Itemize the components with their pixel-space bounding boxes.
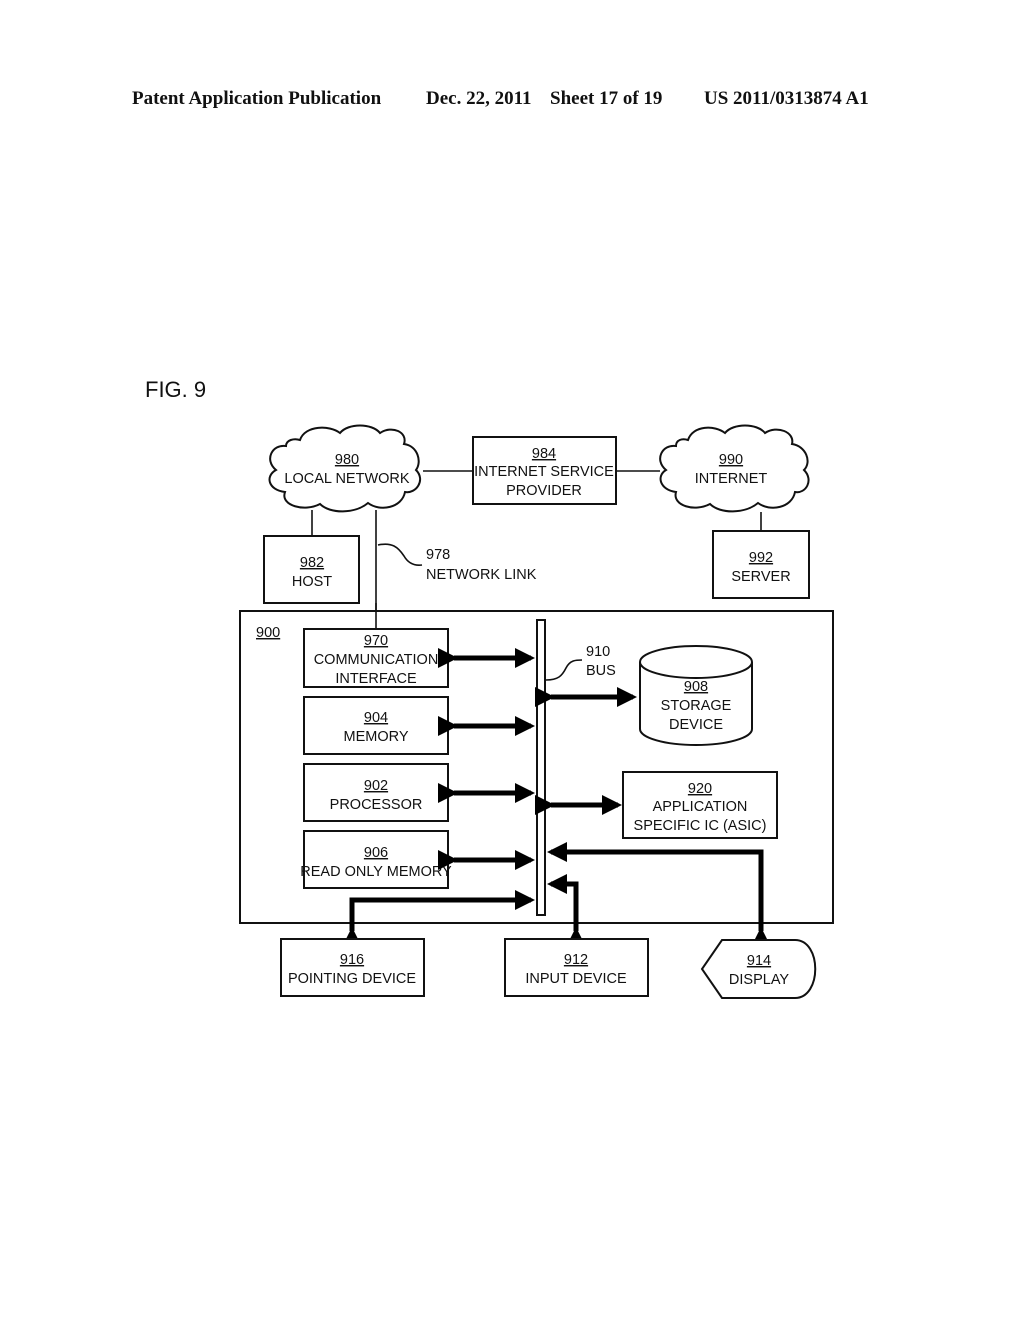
server-label: SERVER <box>731 569 790 585</box>
memory-label: MEMORY <box>344 729 409 745</box>
rom-ref: 906 <box>364 845 388 861</box>
isp-label-line-2: PROVIDER <box>506 483 582 499</box>
display-shape: 914 DISPLAY <box>700 939 817 999</box>
internet-label: INTERNET <box>695 471 768 487</box>
read-only-memory-box: 906 READ ONLY MEMORY <box>300 830 452 889</box>
internet-cloud: 990 INTERNET <box>659 424 810 513</box>
computer-system-ref: 900 <box>256 625 280 641</box>
storage-device-cylinder: 908 STORAGE DEVICE <box>639 645 753 746</box>
storage-ref: 908 <box>684 679 708 695</box>
host-box: 982 HOST <box>263 535 360 604</box>
pointing-device-label: POINTING DEVICE <box>288 971 416 987</box>
communication-interface-box: 970 COMMUNICATION INTERFACE <box>303 628 449 688</box>
display-label: DISPLAY <box>729 972 790 988</box>
isp-box: 984 INTERNET SERVICE PROVIDER <box>472 436 617 505</box>
isp-ref: 984 <box>532 446 556 462</box>
host-ref: 982 <box>300 555 324 571</box>
rom-label: READ ONLY MEMORY <box>300 864 452 880</box>
storage-label-line-1: STORAGE <box>661 698 732 714</box>
asic-ref: 920 <box>688 781 712 797</box>
display-ref: 914 <box>747 953 771 969</box>
processor-ref: 902 <box>364 778 388 794</box>
pointing-device-ref: 916 <box>340 952 364 968</box>
server-box: 992 SERVER <box>712 530 810 599</box>
network-link-leader <box>377 543 423 566</box>
server-ref: 992 <box>749 550 773 566</box>
comm-interface-label-line-1: COMMUNICATION <box>314 652 439 668</box>
memory-box: 904 MEMORY <box>303 696 449 755</box>
network-link-ref: 978 <box>426 547 450 563</box>
bus-ref: 910 <box>586 644 610 660</box>
input-device-ref: 912 <box>564 952 588 968</box>
diagram-canvas: 980 LOCAL NETWORK 990 INTERNET 984 INTER… <box>239 424 834 999</box>
local-network-ref: 980 <box>335 452 359 468</box>
processor-label: PROCESSOR <box>330 797 423 813</box>
processor-box: 902 PROCESSOR <box>303 763 449 822</box>
memory-ref: 904 <box>364 710 388 726</box>
comm-interface-ref: 970 <box>364 633 388 649</box>
internet-ref: 990 <box>719 452 743 468</box>
local-network-label: LOCAL NETWORK <box>284 471 409 487</box>
bus-label: BUS <box>586 663 616 679</box>
local-network-cloud: 980 LOCAL NETWORK <box>268 424 422 513</box>
input-device-box: 912 INPUT DEVICE <box>504 938 649 997</box>
asic-box: 920 APPLICATION SPECIFIC IC (ASIC) <box>622 771 778 839</box>
comm-interface-label-line-2: INTERFACE <box>335 671 417 687</box>
asic-label-line-1: APPLICATION <box>653 799 748 815</box>
storage-label-line-2: DEVICE <box>669 717 723 733</box>
network-link-callout: 978 NETWORK LINK <box>426 547 537 583</box>
bus-bar <box>536 619 546 916</box>
host-label: HOST <box>292 574 332 590</box>
isp-label-line-1: INTERNET SERVICE <box>474 464 614 480</box>
input-device-label: INPUT DEVICE <box>525 971 627 987</box>
asic-label-line-2: SPECIFIC IC (ASIC) <box>634 818 767 834</box>
network-link-label: NETWORK LINK <box>426 567 537 583</box>
pointing-device-box: 916 POINTING DEVICE <box>280 938 425 997</box>
